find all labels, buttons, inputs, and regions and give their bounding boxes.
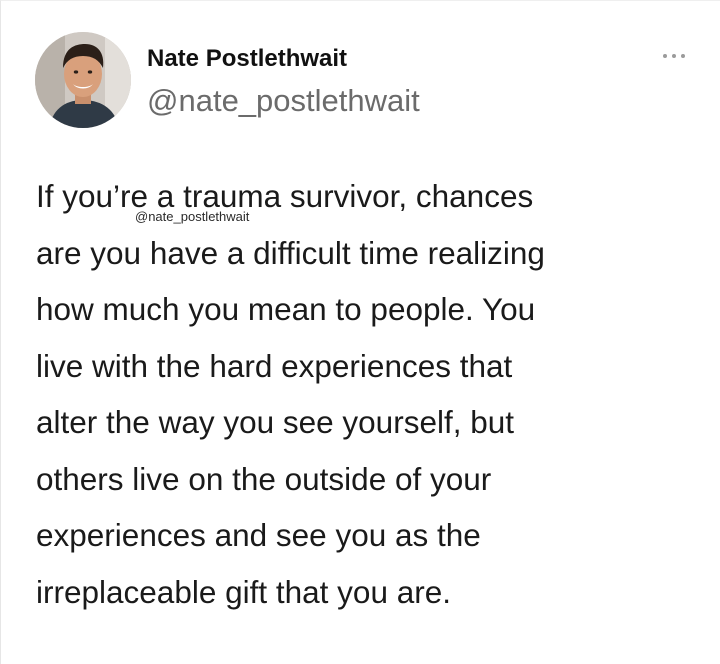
more-dot (672, 54, 676, 58)
tweet-text: If you’re a trauma survivor, chances are… (36, 178, 545, 610)
avatar-photo-icon (35, 32, 131, 128)
watermark: @nate_postlethwait (135, 209, 250, 224)
tweet-card: Nate Postlethwait @nate_postlethwait If … (0, 0, 720, 664)
author-display-name[interactable]: Nate Postlethwait (147, 45, 347, 73)
more-dot (681, 54, 685, 58)
more-dot (663, 54, 667, 58)
avatar[interactable] (35, 32, 131, 128)
more-horizontal-icon[interactable] (661, 51, 687, 61)
author-handle[interactable]: @nate_postlethwait (147, 83, 420, 119)
